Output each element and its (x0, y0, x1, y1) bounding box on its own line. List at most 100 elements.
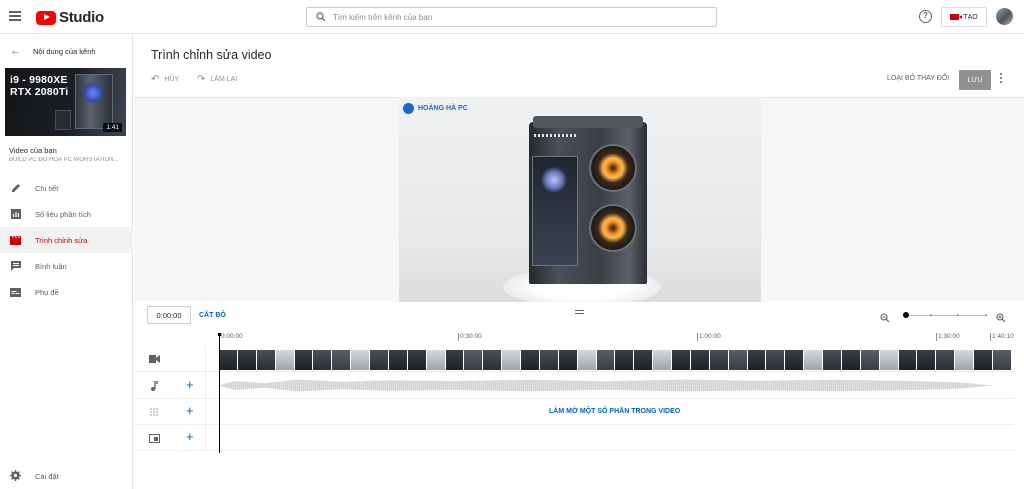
sidebar-item-subtitles[interactable]: Phụ đề (0, 279, 133, 305)
blur-video-link[interactable]: LÀM MỜ MỘT SỐ PHẦN TRONG VIDEO (549, 408, 680, 415)
camera-icon (950, 14, 963, 20)
ruler-label: 1:30:00 (938, 333, 960, 340)
ruler-label: 0:30:00 (460, 333, 482, 340)
redo-icon: ↷ (197, 74, 206, 85)
thumbnail-title: i9 - 9980XE RTX 2080Ti (10, 74, 68, 98)
zoom-in-icon[interactable] (996, 310, 1006, 328)
sidebar-item-label: Chi tiết (35, 183, 59, 193)
add-audio-icon[interactable]: + (186, 377, 194, 392)
create-button[interactable]: TẠO (941, 7, 987, 27)
case-vent (534, 134, 576, 137)
filmstrip-frame (898, 350, 917, 370)
filmstrip-frame (634, 350, 653, 370)
filmstrip-frame (577, 350, 596, 370)
filmstrip-frame (709, 350, 728, 370)
ruler-tick (697, 333, 698, 341)
video-filmstrip[interactable] (219, 350, 1011, 370)
brand-logo-icon (403, 103, 414, 114)
ruler-tick (458, 333, 459, 341)
zoom-tick (930, 314, 932, 316)
filmstrip-frame (728, 350, 747, 370)
sidebar-item-label: Bình luận (35, 261, 67, 271)
filmstrip-frame (917, 350, 936, 370)
watermark: HOÀNG HÀ PC (403, 103, 468, 114)
thumbnail-line-2: RTX 2080Ti (10, 86, 69, 98)
search-box[interactable] (306, 7, 717, 27)
sidebar-item-settings[interactable]: Cài đặt (0, 466, 133, 486)
filmstrip-frame (502, 350, 520, 370)
case-top (533, 116, 643, 128)
sidebar-item-label: Trình chỉnh sửa (35, 235, 88, 245)
sidebar-item-analytics[interactable]: Số liệu phân tích (0, 201, 133, 227)
more-options-icon[interactable] (1000, 73, 1003, 85)
filmstrip-frame (539, 350, 558, 370)
thumbnail-line-1: i9 - 9980XE (10, 74, 68, 86)
discard-changes-button[interactable]: LOẠI BỎ THAY ĐỔI (887, 75, 949, 82)
filmstrip-frame (464, 350, 483, 370)
ruler-tick (936, 333, 937, 341)
youtube-logo-icon (36, 10, 56, 25)
logo-text: Studio (59, 9, 104, 26)
sidebar: ← Nội dung của kênh i9 - 9980XE RTX 2080… (0, 35, 133, 489)
search-input[interactable] (333, 12, 693, 22)
track-header-divider (205, 346, 206, 452)
ruler-tick (990, 333, 991, 341)
comment-icon (10, 261, 21, 272)
video-preview[interactable]: HOÀNG HÀ PC (399, 97, 761, 302)
add-end-screen-icon[interactable]: + (186, 429, 194, 444)
cpu-box-image (55, 110, 71, 130)
filmstrip-frame (672, 350, 690, 370)
studio-logo[interactable]: Studio (36, 9, 104, 26)
avatar[interactable] (996, 8, 1013, 25)
video-title: BUILD PC ĐỒ HOẠ PC WORSTATION... (9, 157, 119, 163)
filmstrip-frame (785, 350, 804, 370)
back-to-content[interactable]: ← Nội dung của kênh (0, 43, 133, 59)
end-screen-track-row: + (134, 425, 1014, 451)
your-video-label: Video của bạn (9, 146, 57, 155)
fan-top (589, 144, 637, 192)
filmstrip-frame (445, 350, 464, 370)
filmstrip-frame (388, 350, 407, 370)
create-label: TẠO (963, 13, 978, 21)
undo-button[interactable]: ↶ HỦY (151, 74, 179, 85)
filmstrip-frame (275, 350, 294, 370)
filmstrip-frame (974, 350, 992, 370)
filmstrip-frame (841, 350, 860, 370)
resize-handle-icon[interactable] (575, 310, 584, 316)
trim-button[interactable]: CẮT BỎ (199, 312, 226, 319)
filmstrip-frame (860, 350, 879, 370)
help-icon[interactable]: ? (919, 10, 932, 23)
fan-bottom (589, 204, 637, 252)
ruler-label: 1:00:00 (699, 333, 721, 340)
menu-icon[interactable] (9, 11, 21, 21)
zoom-slider-thumb[interactable] (903, 312, 909, 318)
current-time-field[interactable]: 0:00:00 (147, 306, 191, 324)
undo-icon: ↶ (151, 74, 160, 85)
sidebar-item-editor[interactable]: Trình chỉnh sửa (0, 227, 133, 253)
pc-case-image (75, 74, 113, 129)
sidebar-item-comments[interactable]: Bình luận (0, 253, 133, 279)
zoom-tick (985, 314, 987, 316)
music-note-icon (148, 381, 160, 391)
redo-button[interactable]: ↷ LÀM LẠI (197, 74, 237, 85)
filmstrip-frame (483, 350, 502, 370)
duration-badge: 1:41 (103, 123, 122, 132)
save-button[interactable]: LƯU (959, 70, 991, 90)
zoom-slider[interactable] (903, 312, 987, 318)
filmstrip-frame (521, 350, 539, 370)
filmstrip-frame (747, 350, 766, 370)
page-title: Trình chỉnh sửa video (151, 48, 272, 62)
add-blur-icon[interactable]: + (186, 403, 194, 418)
filmstrip-frame (879, 350, 898, 370)
sidebar-item-details[interactable]: Chi tiết (0, 175, 133, 201)
playhead[interactable] (218, 333, 221, 453)
filmstrip-frame (332, 350, 351, 370)
back-label: Nội dung của kênh (33, 46, 96, 56)
zoom-out-icon[interactable] (880, 310, 890, 328)
filmstrip-frame (407, 350, 426, 370)
video-thumbnail[interactable]: i9 - 9980XE RTX 2080Ti 1:41 (5, 68, 126, 136)
clapperboard-icon (10, 235, 21, 246)
filmstrip-frame (690, 350, 709, 370)
filmstrip-frame (615, 350, 634, 370)
undo-label: HỦY (164, 76, 180, 83)
